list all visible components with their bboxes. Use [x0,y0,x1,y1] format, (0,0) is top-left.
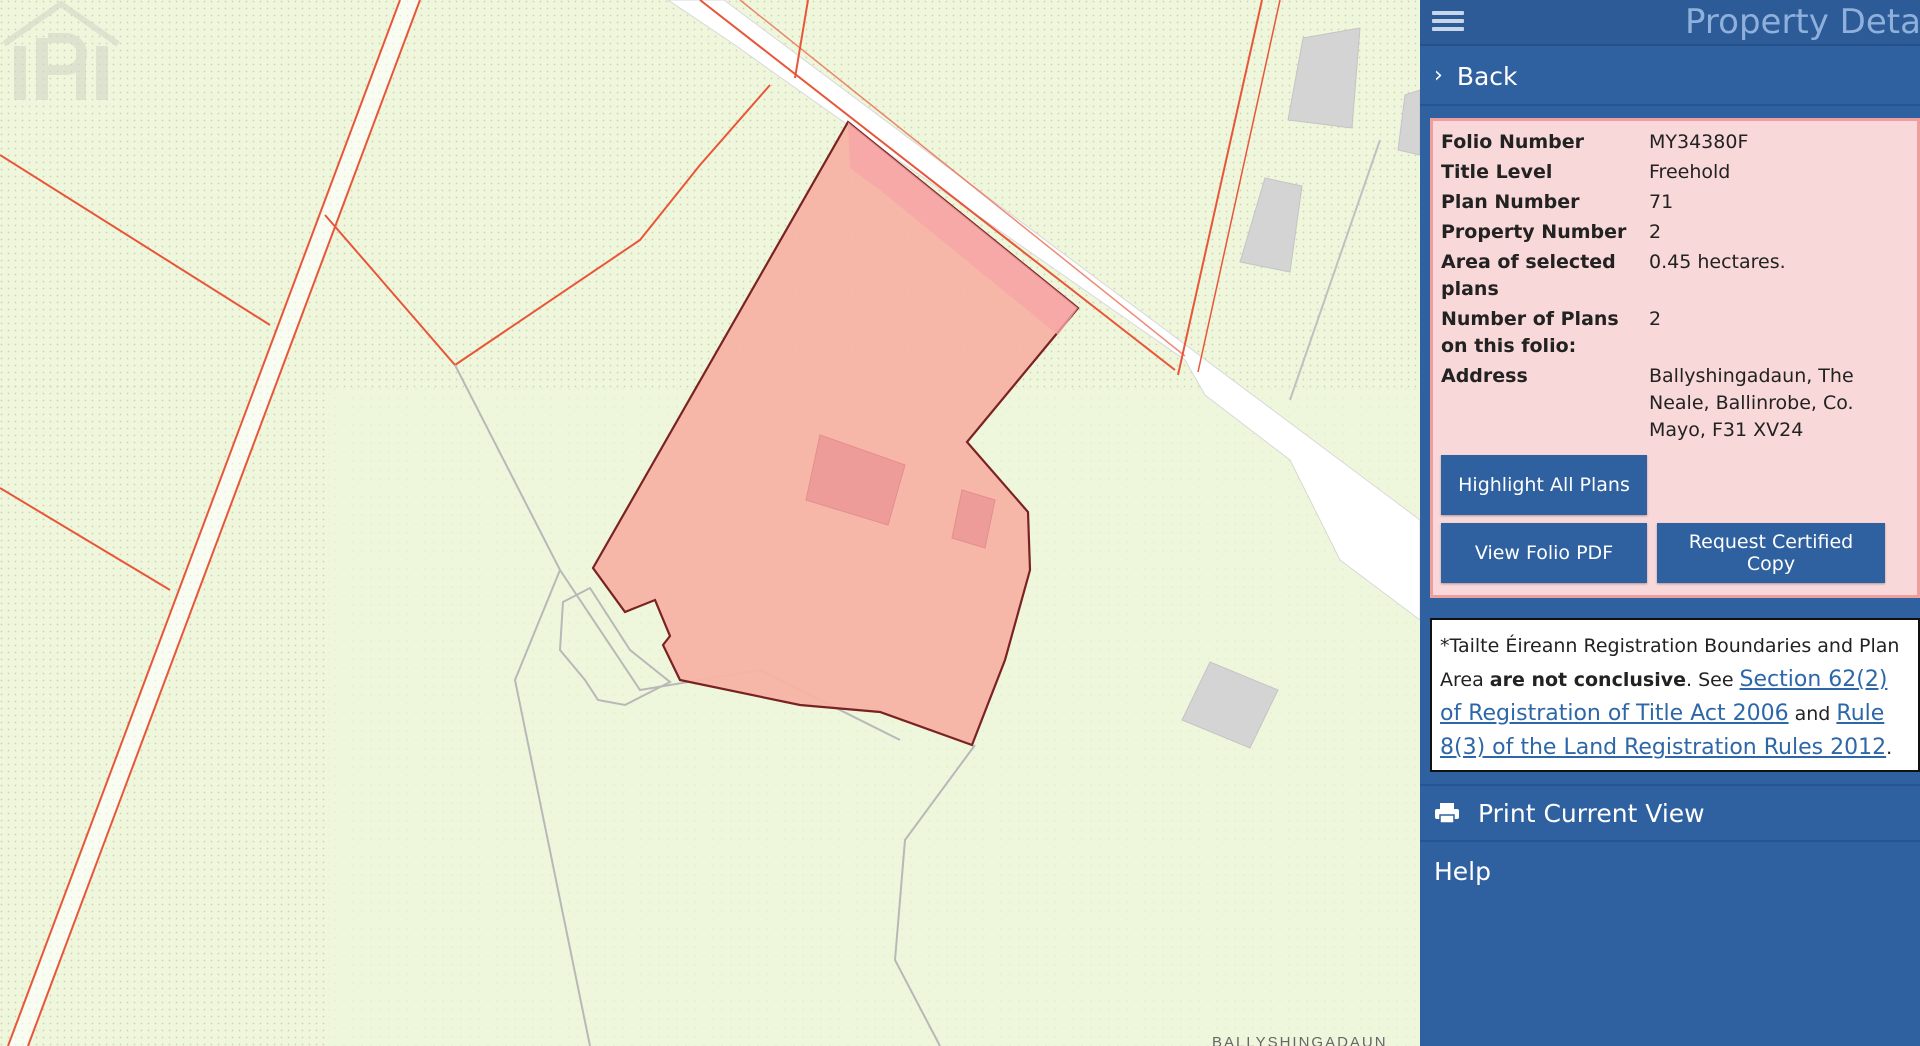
help-label: Help [1434,856,1491,886]
detail-key: Folio Number [1441,131,1585,153]
notice-end: . [1886,737,1893,759]
help-button[interactable]: Help [1420,842,1920,900]
back-label: Back [1456,61,1518,91]
printer-icon [1435,803,1459,824]
map-canvas[interactable] [0,0,1420,1046]
notice-see: . See [1685,669,1740,691]
chevron-right-icon: › [1434,63,1443,88]
request-certified-copy-button[interactable]: Request Certified Copy [1657,523,1885,583]
hamburger-menu-icon[interactable] [1432,7,1464,35]
detail-row: Folio Number MY34380F [1433,129,1917,156]
notice-and: and [1788,703,1837,725]
place-label: BALLYSHINGADAUN [1212,1034,1388,1046]
property-details-card: Folio Number MY34380F Title Level Freeho… [1430,118,1920,598]
detail-value: MY34380F [1649,131,1749,153]
print-label: Print Current View [1478,798,1705,828]
detail-key: Area of selected plans [1441,251,1616,300]
detail-value: Freehold [1649,161,1731,183]
detail-value: 71 [1649,191,1674,213]
disclaimer-notice: *Tailte Éireann Registration Boundaries … [1430,618,1920,772]
panel-title: Property Details [1685,2,1920,42]
view-folio-pdf-button[interactable]: View Folio PDF [1441,523,1647,583]
detail-key: Number of Plans on this folio: [1441,308,1619,357]
notice-bold: are not conclusive [1489,669,1686,691]
watermark-logo-icon [2,0,120,100]
detail-row: Title Level Freehold [1433,159,1917,186]
detail-key: Property Number [1441,221,1627,243]
detail-row: Property Number 2 [1433,219,1917,246]
detail-key: Title Level [1441,161,1553,183]
detail-value: 2 [1649,221,1662,243]
panel-header: Property Details [1420,0,1920,46]
detail-key: Address [1441,365,1528,387]
detail-row: Number of Plans on this folio: 2 [1433,306,1917,360]
print-current-view-button[interactable]: Print Current View [1420,784,1920,842]
detail-value: 2 [1649,308,1662,330]
detail-value: 0.45 hectares. [1649,251,1786,273]
map-view[interactable]: BALLYSHINGADAUN [0,0,1420,1046]
highlight-all-plans-button[interactable]: Highlight All Plans [1441,455,1647,515]
detail-value: Ballyshingadaun, The Neale, Ballinrobe, … [1649,365,1854,441]
detail-row: Area of selected plans 0.45 hectares. [1433,249,1917,303]
detail-row: Plan Number 71 [1433,189,1917,216]
property-details-panel: Property Details › Back Folio Number MY3… [1420,0,1920,1046]
detail-row: Address Ballyshingadaun, The Neale, Ball… [1433,363,1917,444]
detail-key: Plan Number [1441,191,1580,213]
back-button[interactable]: › Back [1420,48,1920,106]
